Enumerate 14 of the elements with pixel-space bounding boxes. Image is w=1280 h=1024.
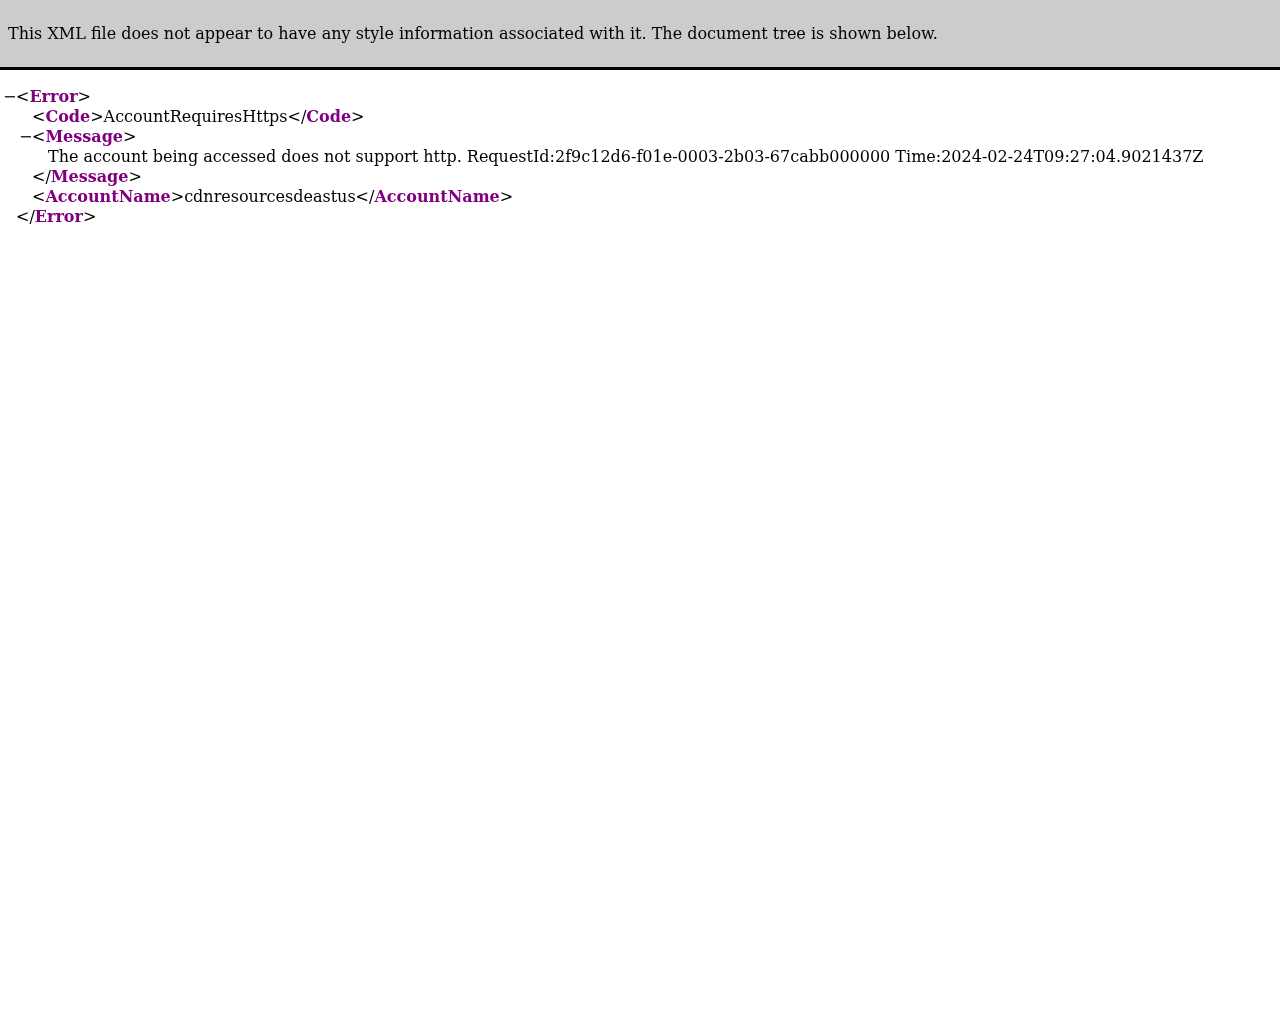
element-text: cdnresourcesdeastus	[184, 187, 356, 206]
collapse-toggle[interactable]: −	[3, 87, 16, 107]
closing-tag: </AccountName>	[355, 187, 514, 206]
collapse-toggle[interactable]: −	[19, 127, 32, 147]
element-text: The account being accessed does not support http. RequestId:2f9c12d6-f01e-0003-2b03-67cabb000000 Time:2024-02-24T09:27:04.9021437Z	[48, 147, 1204, 166]
element-text: AccountRequiresHttps	[103, 107, 288, 126]
closing-tag: </Error>	[16, 207, 97, 226]
opening-tag: <Error>	[16, 87, 91, 106]
opening-tag: <Message>	[32, 127, 137, 146]
opening-tag: <Code>	[32, 107, 104, 126]
closing-tag: </Code>	[287, 107, 365, 126]
closing-tag: </Message>	[32, 167, 142, 186]
opening-tag: <AccountName>	[32, 187, 185, 206]
banner-message: This XML file does not appear to have any style information associated with it. The document tree is shown below.	[8, 24, 938, 43]
